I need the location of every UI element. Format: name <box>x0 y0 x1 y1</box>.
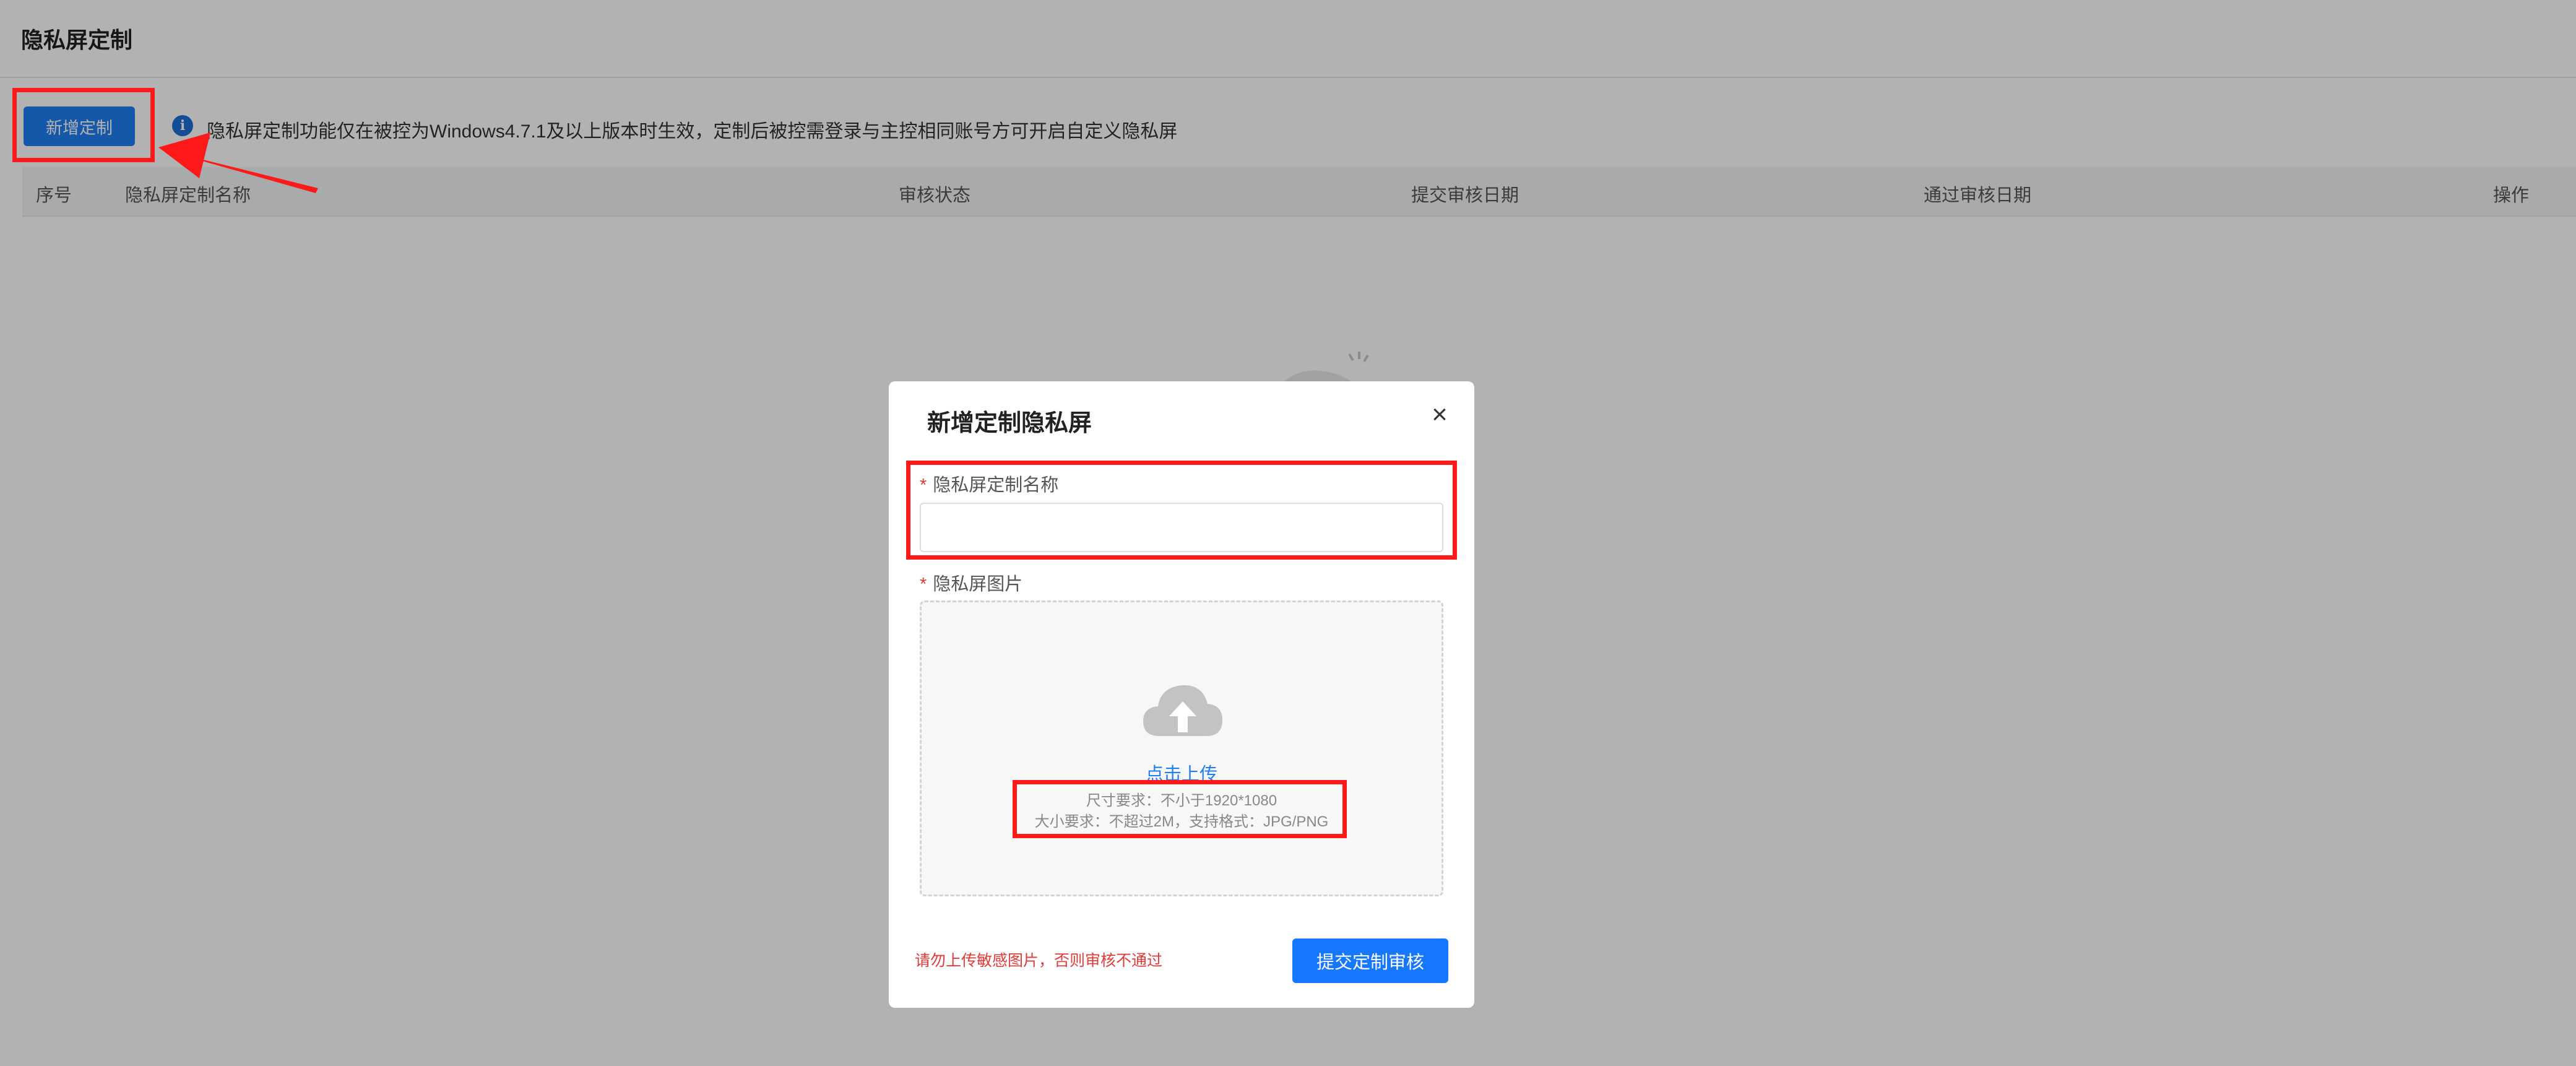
submit-review-button[interactable]: 提交定制审核 <box>1292 938 1448 983</box>
image-upload-area[interactable]: 点击上传 尺寸要求：不小于1920*1080 大小要求：不超过2M，支持格式：J… <box>920 600 1443 896</box>
cloud-upload-icon <box>1143 685 1222 736</box>
image-field-label: * 隐私屏图片 <box>920 570 1022 596</box>
image-label-text: 隐私屏图片 <box>933 574 1023 594</box>
sensitive-image-warning: 请勿上传敏感图片，否则审核不通过 <box>915 952 1163 969</box>
annotation-box-upload-hint <box>1013 780 1347 838</box>
dialog-title: 新增定制隐私屏 <box>927 410 1092 436</box>
close-icon[interactable]: × <box>1427 401 1452 428</box>
required-mark: * <box>920 574 927 594</box>
annotation-box-name-field <box>906 461 1457 560</box>
